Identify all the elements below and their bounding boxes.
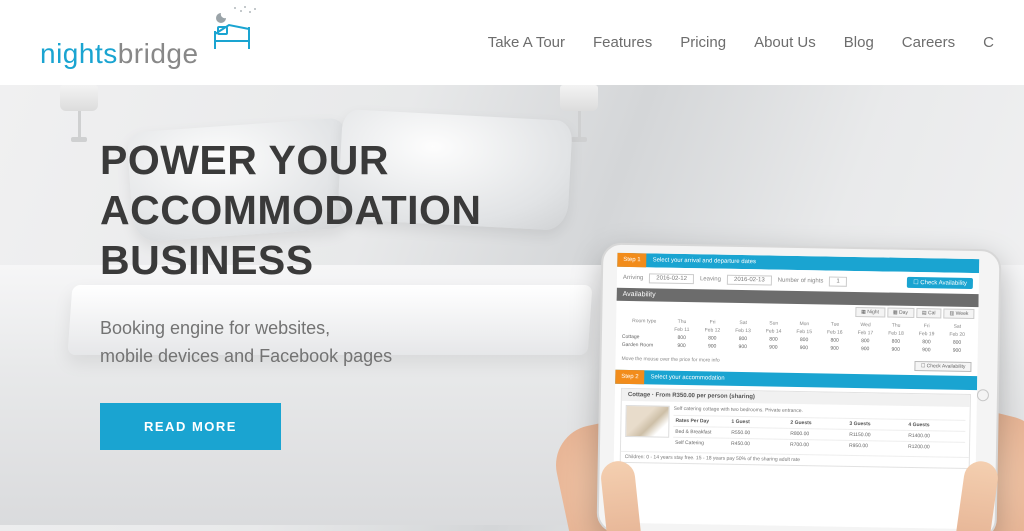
arriving-input[interactable]: 2016-02-12	[649, 273, 694, 284]
nights-input[interactable]: 1	[829, 276, 847, 286]
tablet-device: Step 1 Select your arrival and departure…	[596, 243, 1001, 531]
leaving-label: Leaving	[700, 276, 721, 282]
primary-nav: Take A Tour Features Pricing About Us Bl…	[488, 34, 994, 51]
view-tab-week[interactable]: ▥ Week	[943, 309, 974, 320]
nav-take-a-tour[interactable]: Take A Tour	[488, 34, 565, 51]
hero-title-line: BUSINESS	[100, 237, 314, 283]
arriving-label: Arriving	[623, 274, 643, 280]
nights-label: Number of nights	[778, 277, 824, 284]
check-availability-button[interactable]: ☐ Check Availability	[907, 277, 973, 289]
grid-note-text: Move the mouse over the price for more i…	[621, 356, 719, 368]
nav-about-us[interactable]: About Us	[754, 34, 816, 51]
nav-more[interactable]: C	[983, 34, 994, 51]
availability-grid: Room typeThuFriSatSunMonTueWedThuFriSat …	[616, 315, 979, 360]
bed-moon-icon	[205, 5, 259, 60]
view-tab-night[interactable]: ▦ Night	[855, 307, 885, 318]
hero-sub-line: mobile devices and Facebook pages	[100, 346, 392, 366]
step2-badge: Step 2	[615, 370, 645, 385]
room-card-body: Self catering cottage with two bedrooms.…	[621, 401, 970, 457]
room-thumbnail[interactable]	[625, 405, 670, 438]
nav-blog[interactable]: Blog	[844, 34, 874, 51]
step2-text: Select your accommodation	[651, 374, 725, 381]
room-card-desc: Self catering cottage with two bedrooms.…	[673, 406, 966, 453]
hero-title-line: POWER YOUR	[100, 137, 389, 183]
hero-title: POWER YOUR ACCOMMODATION BUSINESS	[100, 135, 482, 285]
nav-pricing[interactable]: Pricing	[680, 34, 726, 51]
hero-copy: POWER YOUR ACCOMMODATION BUSINESS Bookin…	[100, 135, 482, 450]
lamp-icon	[60, 85, 98, 155]
view-tab-day[interactable]: ▦ Day	[887, 308, 914, 318]
logo-first: nights	[40, 38, 118, 70]
hero-subtitle: Booking engine for websites, mobile devi…	[100, 315, 482, 371]
read-more-button[interactable]: READ MORE	[100, 403, 281, 450]
room-card: Cottage · From R350.00 per person (shari…	[620, 388, 971, 469]
view-tab-cal[interactable]: ▤ Cal	[916, 308, 942, 318]
logo-second: bridge	[118, 38, 199, 70]
leaving-input[interactable]: 2016-02-13	[727, 274, 772, 285]
nav-features[interactable]: Features	[593, 34, 652, 51]
tablet-screen: Step 1 Select your arrival and departure…	[613, 253, 980, 529]
hero-title-line: ACCOMMODATION	[100, 187, 482, 233]
hero-sub-line: Booking engine for websites,	[100, 318, 330, 338]
logo[interactable]: nightsbridge	[40, 15, 259, 70]
hands-holding-tablet: Step 1 Select your arrival and departure…	[544, 121, 1024, 531]
hero: POWER YOUR ACCOMMODATION BUSINESS Bookin…	[0, 85, 1024, 531]
step1-text: Select your arrival and departure dates	[653, 257, 756, 265]
step1-badge: Step 1	[617, 253, 647, 268]
site-header: nightsbridge Take A Tour Features Pricin…	[0, 0, 1024, 85]
nav-careers[interactable]: Careers	[902, 34, 955, 51]
rate-table: Rates Per Day1 Guest2 Guests3 Guests4 Gu…	[673, 415, 966, 453]
check-availability-button-secondary[interactable]: ☐ Check Availability	[915, 361, 972, 372]
